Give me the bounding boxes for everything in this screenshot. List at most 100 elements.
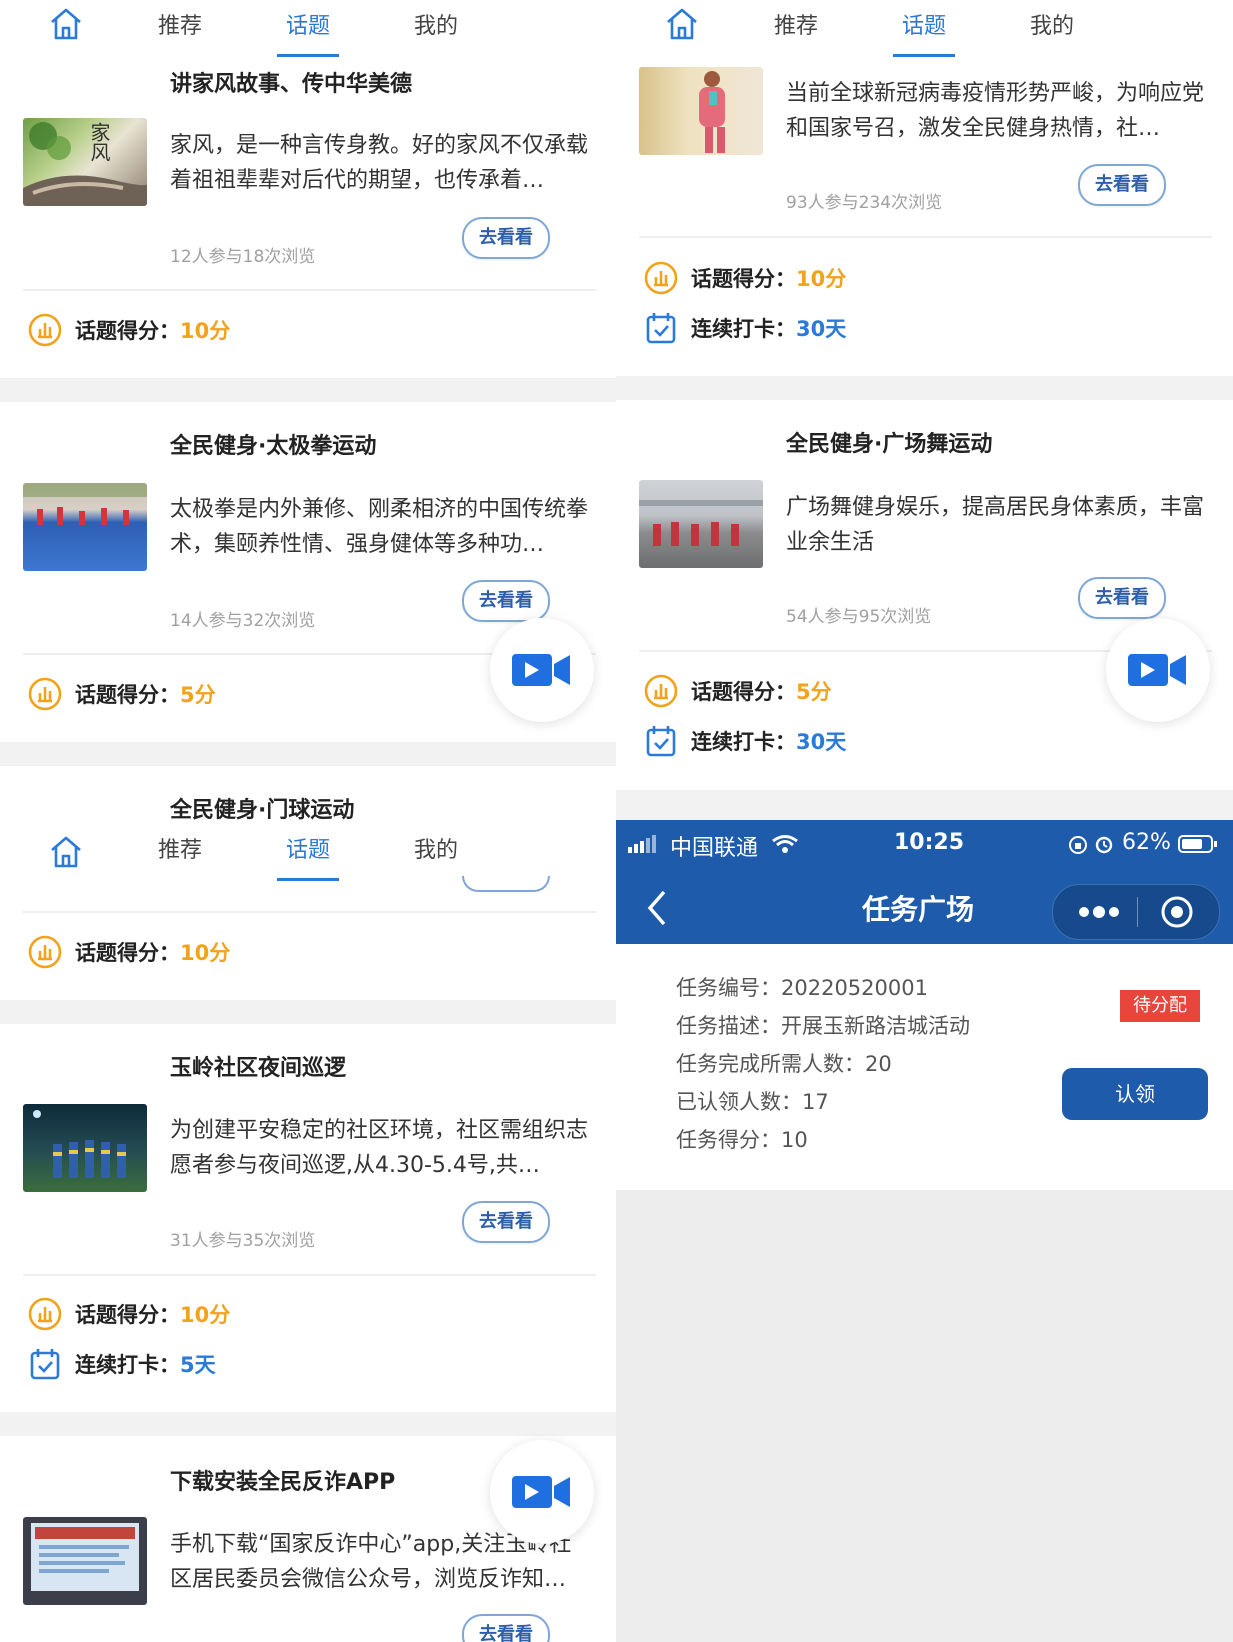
score-label: 话题得分： bbox=[75, 683, 180, 707]
divider bbox=[23, 1274, 596, 1276]
video-call-button[interactable] bbox=[1106, 618, 1210, 722]
video-call-button[interactable] bbox=[490, 618, 594, 722]
score-value: 5分 bbox=[180, 683, 216, 707]
topic-participation: 12人参与18次浏览 bbox=[170, 247, 316, 267]
score-chart-icon bbox=[28, 313, 62, 347]
home-icon[interactable] bbox=[46, 832, 86, 872]
topic-title[interactable]: 全民健身·广场舞运动 bbox=[786, 426, 992, 458]
tab-mine[interactable]: 我的 bbox=[414, 8, 458, 40]
topic-thumbnail[interactable] bbox=[639, 67, 763, 155]
active-tab-underline bbox=[277, 54, 339, 57]
topic-description: 太极拳是内外兼修、刚柔相济的中国传统拳术，集颐养性情、强身健体等多种功… bbox=[170, 497, 589, 557]
score-label: 话题得分： bbox=[691, 680, 796, 704]
topic-score: 话题得分： 10分 bbox=[27, 934, 230, 970]
carrier-name: 中国联通 bbox=[670, 836, 759, 861]
task-card: 任务编号：20220520001 任务描述：开展玉新路洁城活动 任务完成所需人数… bbox=[616, 944, 1233, 1190]
topic-title[interactable]: 全民健身·门球运动 bbox=[170, 792, 354, 824]
streak-value: 30天 bbox=[796, 317, 847, 341]
score-label: 话题得分： bbox=[75, 941, 180, 965]
night-patrol-image bbox=[33, 1110, 126, 1178]
signal-icon bbox=[628, 835, 656, 853]
battery-icon bbox=[1178, 835, 1217, 853]
streak-value: 30天 bbox=[796, 730, 847, 754]
topic-thumbnail[interactable] bbox=[23, 1104, 147, 1192]
status-time: 10:25 bbox=[894, 830, 965, 855]
score-label: 话题得分： bbox=[75, 1303, 180, 1327]
status-bar: 中国联通 10:25 62% bbox=[616, 820, 1233, 870]
topic-participation: 31人参与35次浏览 bbox=[170, 1231, 316, 1251]
task-score-value: 10 bbox=[781, 1128, 808, 1152]
topic-thumbnail[interactable] bbox=[639, 480, 763, 568]
tai-chi-image bbox=[23, 483, 147, 525]
fitness-runner-image bbox=[699, 71, 725, 153]
topic-title[interactable]: 下载安装全民反诈APP bbox=[170, 1464, 395, 1496]
left-screen: 推荐 话题 我的 讲家风故事、传中华美德 家风 家风，是一种言传身教。好的家风不… bbox=[0, 0, 616, 1642]
topic-participation: 14人参与32次浏览 bbox=[170, 611, 316, 631]
go-view-button[interactable]: 去看看 bbox=[1078, 164, 1166, 206]
streak-label: 连续打卡： bbox=[75, 1353, 180, 1377]
score-value: 10分 bbox=[180, 941, 231, 965]
task-score: 任务得分：10 bbox=[676, 1124, 808, 1154]
home-icon[interactable] bbox=[46, 4, 86, 44]
home-icon[interactable] bbox=[662, 4, 702, 44]
task-number-value: 20220520001 bbox=[781, 976, 928, 1000]
score-chart-icon bbox=[28, 1297, 62, 1331]
score-label: 话题得分： bbox=[75, 319, 180, 343]
divider bbox=[23, 911, 596, 913]
topic-description: 当前全球新冠病毒疫情形势严峻，为响应党和国家号召，激发全民健身热情，社… bbox=[786, 81, 1205, 141]
divider bbox=[639, 236, 1212, 238]
go-view-button[interactable]: 去看看 bbox=[462, 217, 550, 259]
anti-fraud-poster-image bbox=[31, 1523, 139, 1591]
section-gap bbox=[0, 378, 616, 402]
empty-area bbox=[616, 1190, 1233, 1642]
topic-title[interactable]: 全民健身·太极拳运动 bbox=[170, 428, 376, 460]
go-view-button[interactable]: 去看看 bbox=[462, 1614, 550, 1642]
topic-participation: 54人参与95次浏览 bbox=[786, 607, 932, 627]
task-claimed-people: 已认领人数：17 bbox=[676, 1086, 829, 1116]
tab-mine[interactable]: 我的 bbox=[1030, 8, 1074, 40]
go-view-button[interactable]: 去看看 bbox=[462, 1201, 550, 1243]
go-view-button[interactable]: 去看看 bbox=[462, 580, 550, 622]
score-value: 5分 bbox=[796, 680, 832, 704]
checkin-streak: 连续打卡： 5天 bbox=[27, 1346, 216, 1382]
topic-thumbnail[interactable] bbox=[23, 1517, 147, 1605]
capsule-menu bbox=[1052, 884, 1220, 940]
video-camera-icon bbox=[512, 654, 570, 686]
score-chart-icon bbox=[644, 261, 678, 295]
title-bar: 任务广场 bbox=[616, 870, 1233, 944]
go-view-button[interactable]: 去看看 bbox=[1078, 577, 1166, 619]
topic-score: 话题得分： 10分 bbox=[643, 260, 846, 296]
task-score-label: 任务得分： bbox=[676, 1128, 781, 1152]
checkin-streak: 连续打卡： 30天 bbox=[643, 723, 846, 759]
section-gap bbox=[0, 742, 616, 766]
score-chart-icon bbox=[28, 935, 62, 969]
page-title: 任务广场 bbox=[862, 893, 975, 926]
tab-topics[interactable]: 话题 bbox=[902, 8, 946, 40]
video-camera-icon bbox=[1128, 654, 1186, 686]
capsule-divider bbox=[1137, 897, 1138, 927]
tab-topics[interactable]: 话题 bbox=[286, 832, 330, 864]
topic-thumbnail[interactable] bbox=[23, 483, 147, 571]
tab-recommend[interactable]: 推荐 bbox=[774, 8, 818, 40]
active-tab-underline bbox=[277, 878, 339, 881]
tab-recommend[interactable]: 推荐 bbox=[158, 832, 202, 864]
score-chart-icon bbox=[28, 677, 62, 711]
topic-title[interactable]: 讲家风故事、传中华美德 bbox=[170, 66, 412, 98]
claim-button[interactable]: 认领 bbox=[1062, 1068, 1208, 1120]
tab-topics[interactable]: 话题 bbox=[286, 8, 330, 40]
task-need-value: 20 bbox=[865, 1052, 892, 1076]
topic-thumbnail[interactable]: 家风 bbox=[23, 118, 147, 206]
topic-score: 话题得分： 10分 bbox=[27, 312, 230, 348]
close-target-icon[interactable] bbox=[1159, 894, 1195, 930]
tab-mine[interactable]: 我的 bbox=[414, 832, 458, 864]
battery-percent: 62% bbox=[1122, 830, 1171, 855]
topic-score: 话题得分： 5分 bbox=[27, 676, 216, 712]
video-call-button[interactable] bbox=[490, 1440, 594, 1544]
more-dots-icon[interactable] bbox=[1077, 905, 1121, 919]
back-arrow-icon[interactable] bbox=[646, 888, 670, 928]
status-badge: 待分配 bbox=[1120, 990, 1200, 1022]
topic-score: 话题得分： 10分 bbox=[27, 1296, 230, 1332]
alarm-icon bbox=[1095, 836, 1113, 854]
tab-recommend[interactable]: 推荐 bbox=[158, 8, 202, 40]
topic-title[interactable]: 玉岭社区夜间巡逻 bbox=[170, 1050, 346, 1082]
